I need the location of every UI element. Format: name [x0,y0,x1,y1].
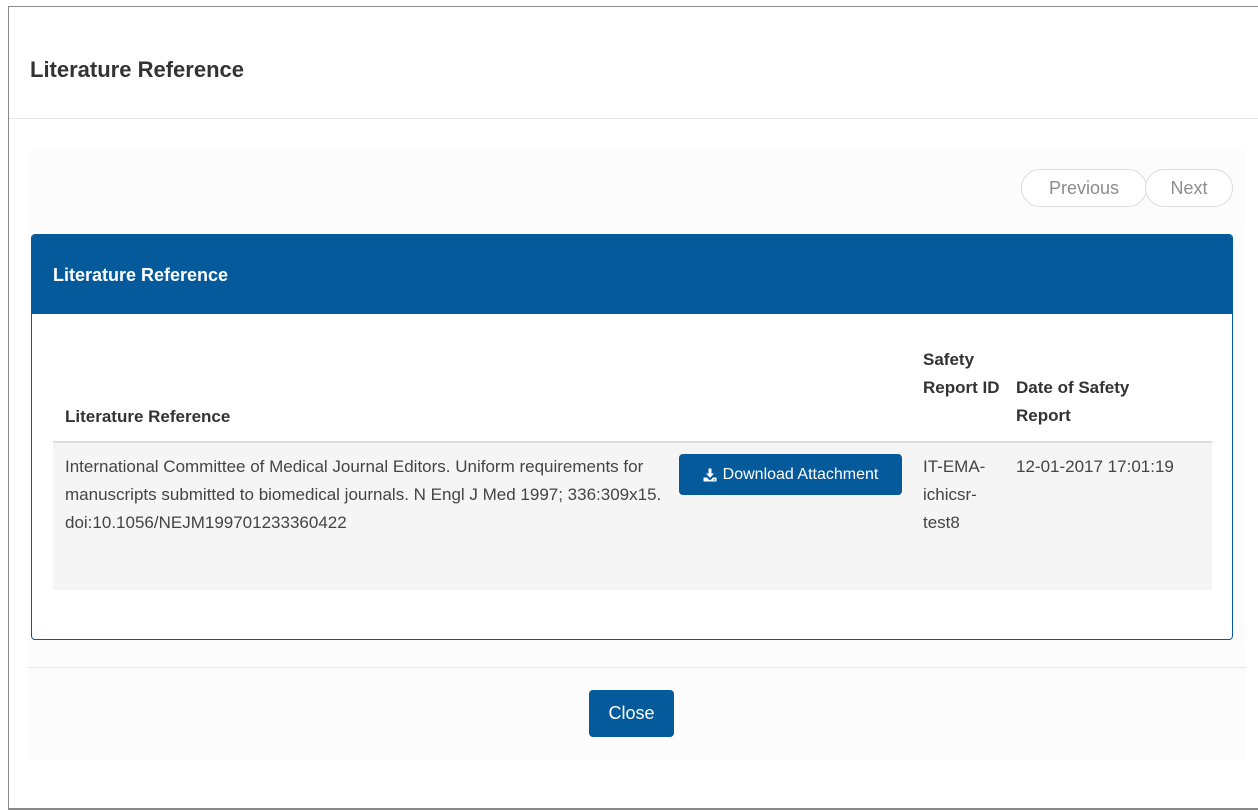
dialog-header: Literature Reference [9,7,1258,119]
next-button[interactable]: Next [1145,169,1233,207]
column-header-literature-reference: Literature Reference [65,407,231,426]
date-of-safety-report-cell: 12-01-2017 17:01:19 [1016,457,1174,476]
download-attachment-button[interactable]: Download Attachment [679,454,902,495]
column-header-safety-report-id: Safety Report ID [923,350,1000,397]
download-attachment-label: Download Attachment [722,465,879,483]
dialog-title: Literature Reference [30,57,244,82]
safety-report-id-cell: IT-EMA-ichicsr-test8 [923,457,986,532]
close-button[interactable]: Close [589,690,674,737]
column-header-date-of-safety-report: Date of Safety Report [1016,378,1130,425]
literature-reference-cell: International Committee of Medical Journ… [65,457,662,532]
literature-reference-panel: Literature Reference Literature Referenc… [31,234,1233,640]
table-row: International Committee of Medical Journ… [53,443,1212,590]
literature-reference-dialog: Literature Reference Previous Next Liter… [8,6,1258,810]
panel-heading: Literature Reference [32,235,1232,314]
footer-divider [28,667,1246,668]
previous-button[interactable]: Previous [1021,169,1147,207]
panel-title: Literature Reference [53,265,229,285]
table-header: Literature Reference Safety Report ID Da… [53,350,1212,443]
download-icon [703,468,717,482]
pager: Previous Next [1021,169,1233,207]
